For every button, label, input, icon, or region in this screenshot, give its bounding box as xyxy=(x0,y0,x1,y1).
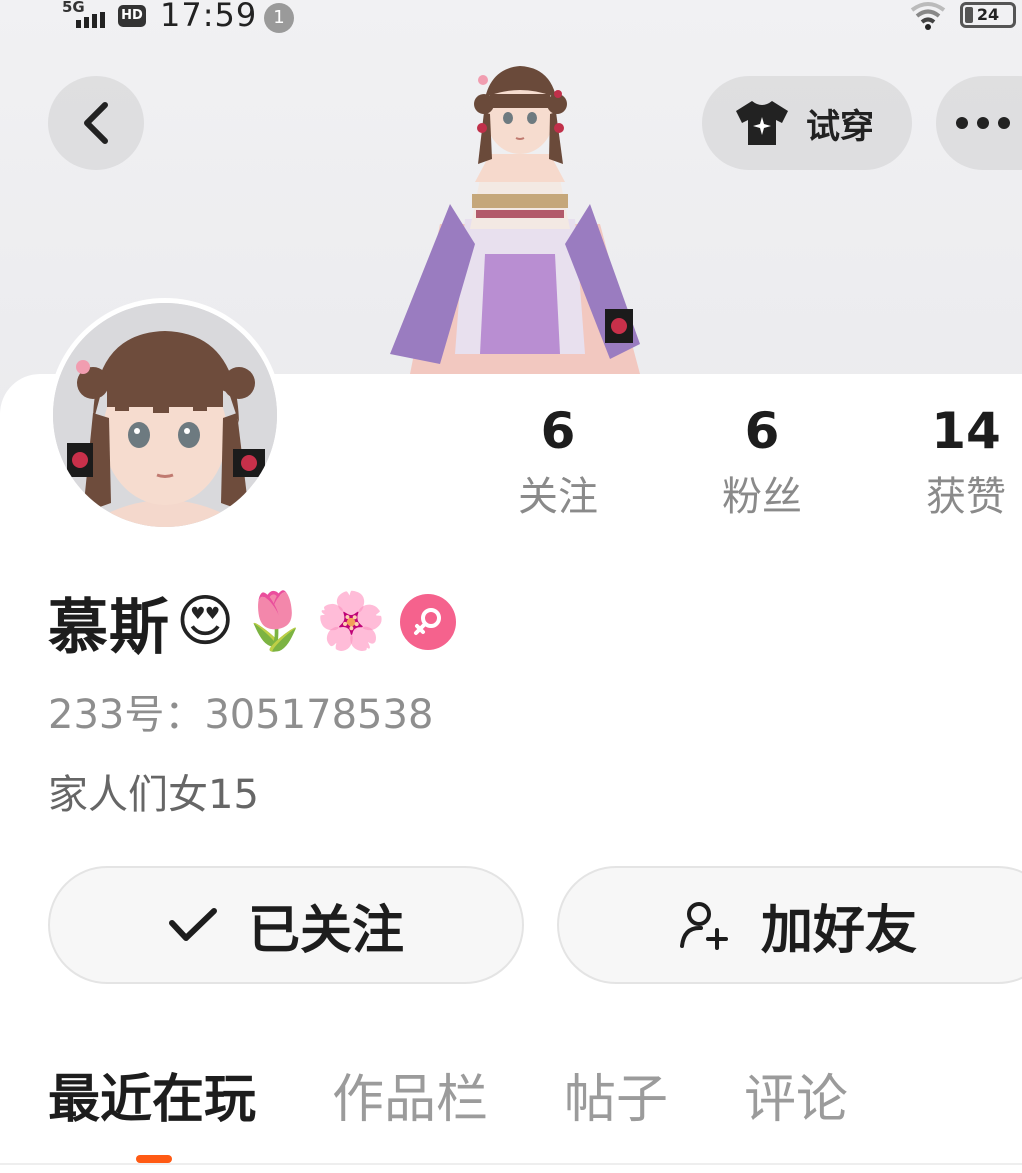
status-bar: 5G HD 17:59 1 24 xyxy=(0,0,1022,36)
following-button-label: 已关注 xyxy=(247,900,404,961)
try-on-label: 试穿 xyxy=(806,106,874,147)
add-friend-button-label: 加好友 xyxy=(761,900,918,961)
stat-followers[interactable]: 6 粉丝 xyxy=(692,400,832,532)
female-icon xyxy=(399,594,456,650)
active-tab-indicator xyxy=(136,1155,172,1163)
more-horizontal-icon xyxy=(956,117,1010,129)
tabs-divider xyxy=(0,1163,1022,1165)
back-button[interactable] xyxy=(48,76,144,170)
name-emoji-heart-eyes: 😍 xyxy=(176,589,235,654)
battery-level: 24 xyxy=(976,5,1000,24)
stat-following-value: 6 xyxy=(540,402,576,460)
profile-tabs: 最近在玩 作品栏 帖子 评论 xyxy=(48,1062,924,1138)
tab-works[interactable]: 作品栏 xyxy=(332,1062,488,1138)
name-emoji-blossom: 🌸 xyxy=(316,589,386,654)
add-friend-button[interactable]: 加好友 xyxy=(557,866,1022,984)
following-button[interactable]: 已关注 xyxy=(48,866,524,984)
stat-followers-value: 6 xyxy=(744,402,780,460)
character-figure-image xyxy=(390,66,640,374)
notification-count-badge: 1 xyxy=(264,3,294,33)
stat-likes-value: 14 xyxy=(931,402,1001,460)
avatar[interactable] xyxy=(48,298,282,532)
stat-following[interactable]: 6 关注 xyxy=(488,400,628,532)
user-bio: 家人们女15 xyxy=(48,772,259,818)
user-id: 233号：305178538 xyxy=(48,692,434,738)
avatar-image xyxy=(53,303,277,527)
status-time: 17:59 xyxy=(160,0,258,34)
signal-icon xyxy=(76,12,105,28)
check-icon xyxy=(168,908,217,941)
user-name: 慕斯 xyxy=(48,592,170,663)
wifi-icon xyxy=(910,2,946,30)
chevron-left-icon xyxy=(84,102,108,144)
battery-icon: 24 xyxy=(960,2,1016,28)
stat-following-label: 关注 xyxy=(518,474,598,520)
more-options-button[interactable] xyxy=(936,76,1022,170)
name-emoji-tulip: 🌷 xyxy=(240,589,311,654)
tshirt-icon xyxy=(736,101,788,145)
add-user-icon xyxy=(680,902,728,950)
tab-recently-played[interactable]: 最近在玩 xyxy=(48,1062,256,1138)
stat-likes[interactable]: 14 获赞 xyxy=(896,400,1022,532)
stat-likes-label: 获赞 xyxy=(926,474,1006,520)
try-on-button[interactable]: 试穿 xyxy=(702,76,912,170)
tab-posts[interactable]: 帖子 xyxy=(564,1062,668,1138)
profile-name-row: 慕斯 😍 🌷 🌸 xyxy=(48,582,456,663)
hd-badge: HD xyxy=(118,5,146,27)
stat-followers-label: 粉丝 xyxy=(722,474,802,520)
tab-comments[interactable]: 评论 xyxy=(744,1062,848,1138)
